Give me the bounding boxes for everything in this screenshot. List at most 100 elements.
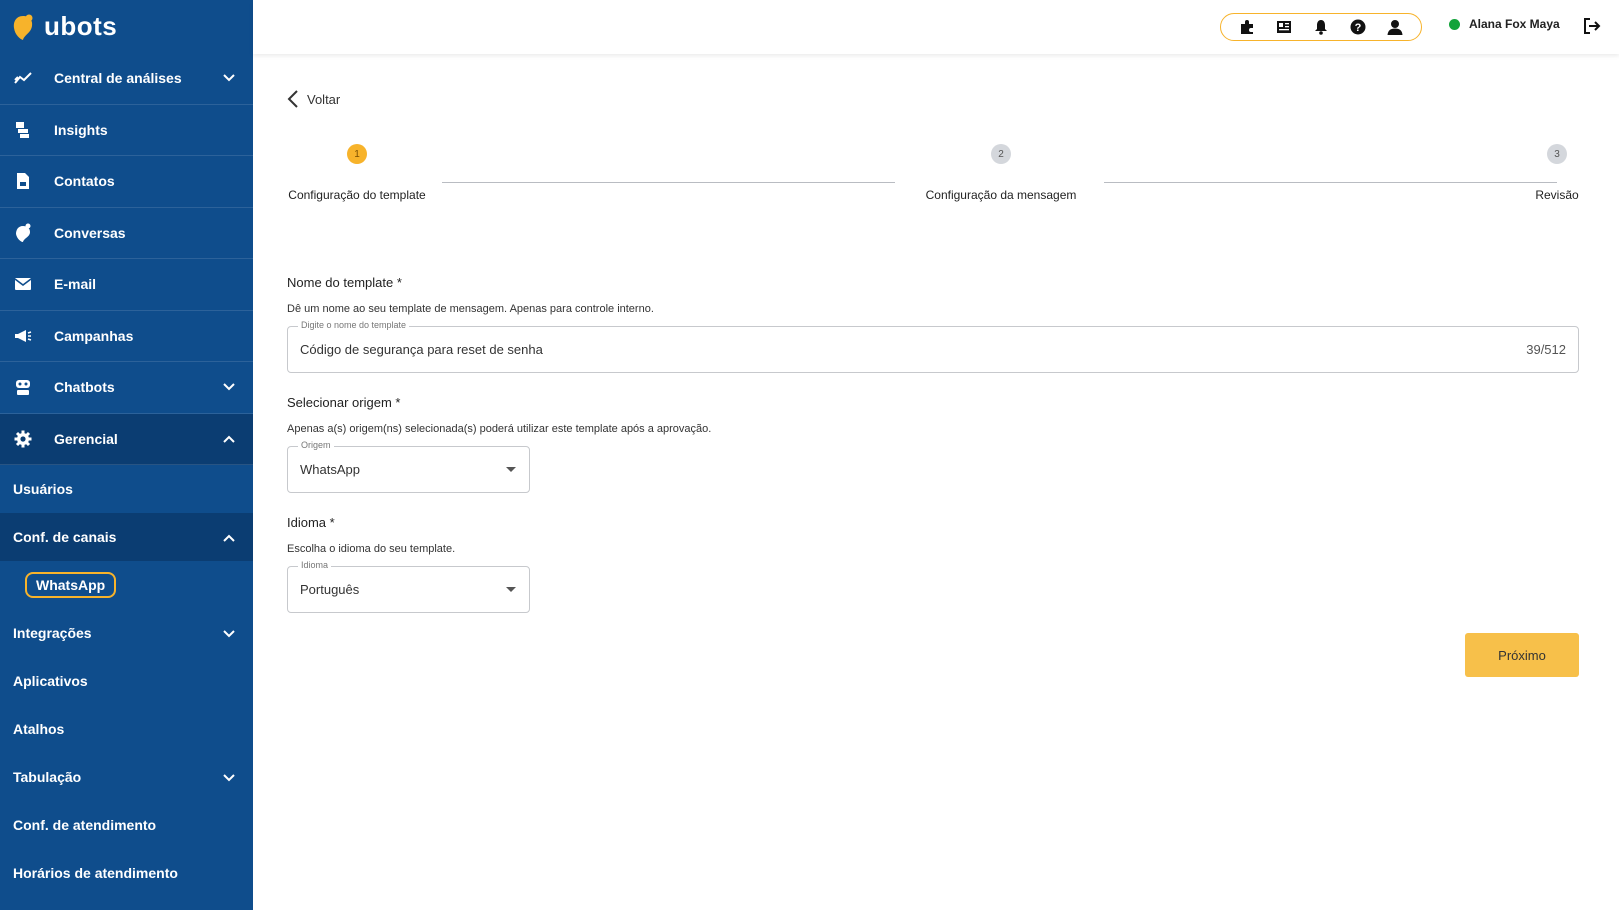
top-icon-group: ? [1220,13,1422,41]
language-help: Escolha o idioma do seu template. [287,543,456,555]
sidebar-subitem-horarios-atendimento[interactable]: Horários de atendimento [0,849,253,897]
chevron-down-icon [223,625,235,641]
step-label: Configuração da mensagem [925,188,1077,202]
chevron-down-icon [223,69,235,87]
sidebar-item-label: Insights [54,121,108,138]
conversations-icon [13,223,33,243]
sidebar-subitem-conf-canais[interactable]: Conf. de canais [0,513,253,561]
ubots-logo-icon [13,14,33,40]
user-icon[interactable] [1384,16,1406,38]
template-name-legend: Digite o nome do template [298,320,410,330]
main-content: Voltar 1 Configuração do template 2 Conf… [253,54,1619,910]
news-icon[interactable] [1273,16,1295,38]
sidebar-subitem-label: Aplicativos [13,673,88,689]
sidebar-subitem-atalhos[interactable]: Atalhos [0,705,253,753]
language-title: Idioma * [287,515,335,530]
step-number: 2 [991,144,1011,164]
sidebar-subitem-usuarios[interactable]: Usuários [0,465,253,513]
back-label: Voltar [307,91,341,107]
template-name-value: Código de segurança para reset de senha [300,342,543,357]
sidebar-subitem-label: Horários de atendimento [13,865,178,881]
origin-help: Apenas a(s) origem(ns) selecionada(s) po… [287,423,712,435]
sidebar-item-label: Conversas [54,224,126,241]
bell-icon[interactable] [1310,16,1332,38]
back-button[interactable]: Voltar [287,90,340,108]
sidebar-item-campanhas[interactable]: Campanhas [0,311,253,362]
origin-title: Selecionar origem * [287,395,401,410]
dropdown-caret-icon [506,467,516,472]
analytics-icon [13,68,33,88]
chevron-left-icon [287,90,298,108]
sidebar-subitem-label: Atalhos [13,721,65,737]
sidebar-group-conf-canais: Conf. de canais [0,513,253,561]
sidebar-subitem-aplicativos[interactable]: Aplicativos [0,657,253,705]
chevron-up-icon [223,430,235,448]
online-status-dot [1449,18,1460,30]
sidebar-item-label: Campanhas [54,327,134,344]
sidebar-item-label: Central de análises [54,70,182,87]
language-value: Português [300,582,360,597]
stepper: 1 Configuração do template 2 Configuraçã… [287,144,1583,214]
sidebar-subitem-label: Integrações [13,625,92,641]
sidebar-subitem-label: Tabulação [13,769,82,785]
email-icon [13,274,33,294]
step-3[interactable]: 3 Revisão [1517,144,1597,202]
template-name-help: Dê um nome ao seu template de mensagem. … [287,303,654,315]
sidebar-subitem-whatsapp-row: WhatsApp [0,561,253,609]
origin-value: WhatsApp [300,462,360,477]
sidebar: ubots Central de análises Insights Conta… [0,0,253,910]
brand-logo[interactable]: ubots [0,0,253,53]
next-button[interactable]: Próximo [1465,633,1579,677]
chevron-down-icon [223,769,235,785]
brand-name: ubots [44,11,118,41]
language-select[interactable]: Idioma Português [287,560,530,613]
sidebar-item-label: Chatbots [54,379,115,396]
logout-icon[interactable] [1583,17,1603,37]
step-label: Configuração do template [288,188,426,202]
origin-legend: Origem [298,440,334,450]
stepper-connector [442,182,895,183]
sidebar-item-chatbots[interactable]: Chatbots [0,362,253,414]
sidebar-subitem-label: Usuários [13,481,73,497]
sidebar-subitem-label: Conf. de canais [13,529,117,545]
sidebar-item-central-analises[interactable]: Central de análises [0,53,253,105]
chevron-down-icon [223,378,235,396]
sidebar-subitem-conf-atendimento[interactable]: Conf. de atendimento [0,801,253,849]
chevron-up-icon [223,529,235,545]
step-label: Revisão [1535,188,1579,202]
puzzle-icon[interactable] [1236,16,1258,38]
sidebar-subitem-integracoes[interactable]: Integrações [0,609,253,657]
top-bar: ? Alana Fox Maya [253,0,1619,54]
step-number: 3 [1547,144,1567,164]
gear-icon [13,429,33,449]
step-2[interactable]: 2 Configuração da mensagem [901,144,1101,202]
help-icon[interactable]: ? [1347,16,1369,38]
contacts-icon [13,171,33,191]
dropdown-caret-icon [506,587,516,592]
sidebar-item-label: Gerencial [54,430,118,447]
sidebar-item-label: Contatos [54,173,115,190]
sidebar-item-contatos[interactable]: Contatos [0,156,253,208]
sidebar-item-email[interactable]: E-mail [0,259,253,311]
origin-select[interactable]: Origem WhatsApp [287,440,530,493]
megaphone-icon [13,326,33,346]
language-legend: Idioma [298,560,332,570]
sidebar-item-gerencial[interactable]: Gerencial [0,413,253,465]
character-counter: 39/512 [1526,342,1566,357]
sidebar-item-label: E-mail [54,276,97,293]
user-name: Alana Fox Maya [1469,17,1560,31]
sidebar-subitem-label: Conf. de atendimento [13,817,157,833]
step-1[interactable]: 1 Configuração do template [287,144,427,202]
insights-icon [13,120,33,140]
sidebar-subitem-tabulacao[interactable]: Tabulação [0,753,253,801]
template-name-title: Nome do template * [287,275,402,290]
current-user[interactable]: Alana Fox Maya [1449,17,1560,31]
sidebar-item-conversas[interactable]: Conversas [0,208,253,259]
robot-icon [13,377,33,397]
step-number: 1 [347,144,367,164]
stepper-connector [1104,182,1557,183]
svg-text:?: ? [1354,22,1361,34]
sidebar-item-insights[interactable]: Insights [0,105,253,156]
template-name-input[interactable]: Digite o nome do template Código de segu… [287,320,1579,373]
sidebar-subitem-whatsapp[interactable]: WhatsApp [25,572,117,598]
